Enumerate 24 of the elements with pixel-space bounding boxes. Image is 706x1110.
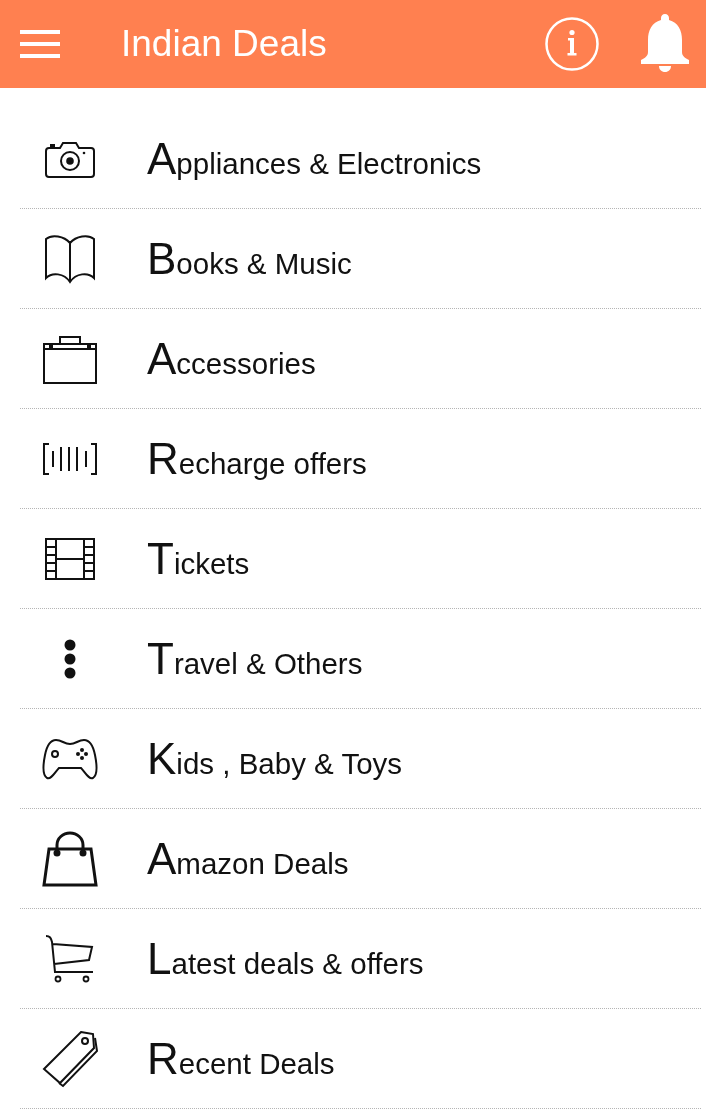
- category-label[interactable]: Tickets: [147, 534, 250, 589]
- category-label[interactable]: Books & Music: [147, 234, 352, 289]
- open-book-icon: [44, 233, 96, 284]
- category-label[interactable]: Recent Deals: [147, 1034, 335, 1089]
- info-icon[interactable]: [545, 17, 599, 71]
- category-label[interactable]: Recharge offers: [147, 434, 367, 489]
- briefcase-icon: [43, 333, 97, 384]
- shopping-bag-icon: [41, 830, 99, 887]
- price-tag-icon: [41, 1029, 99, 1088]
- category-label[interactable]: Amazon Deals: [147, 834, 349, 889]
- dots-icon: [64, 638, 76, 679]
- film-strip-icon: [45, 537, 95, 580]
- gamepad-icon: [41, 737, 99, 780]
- shopping-cart-icon: [45, 933, 95, 984]
- category-label[interactable]: Travel & Others: [147, 634, 363, 689]
- camera-icon: [45, 139, 95, 178]
- barcode-icon: [43, 442, 97, 475]
- bell-icon[interactable]: [641, 14, 689, 72]
- category-label[interactable]: Appliances & Electronics: [147, 134, 482, 189]
- app-title: Indian Deals: [121, 23, 327, 65]
- category-label[interactable]: Kids , Baby & Toys: [147, 734, 403, 789]
- category-label[interactable]: Accessories: [147, 334, 316, 389]
- category-label[interactable]: Latest deals & offers: [147, 934, 424, 989]
- menu-icon[interactable]: [20, 30, 60, 58]
